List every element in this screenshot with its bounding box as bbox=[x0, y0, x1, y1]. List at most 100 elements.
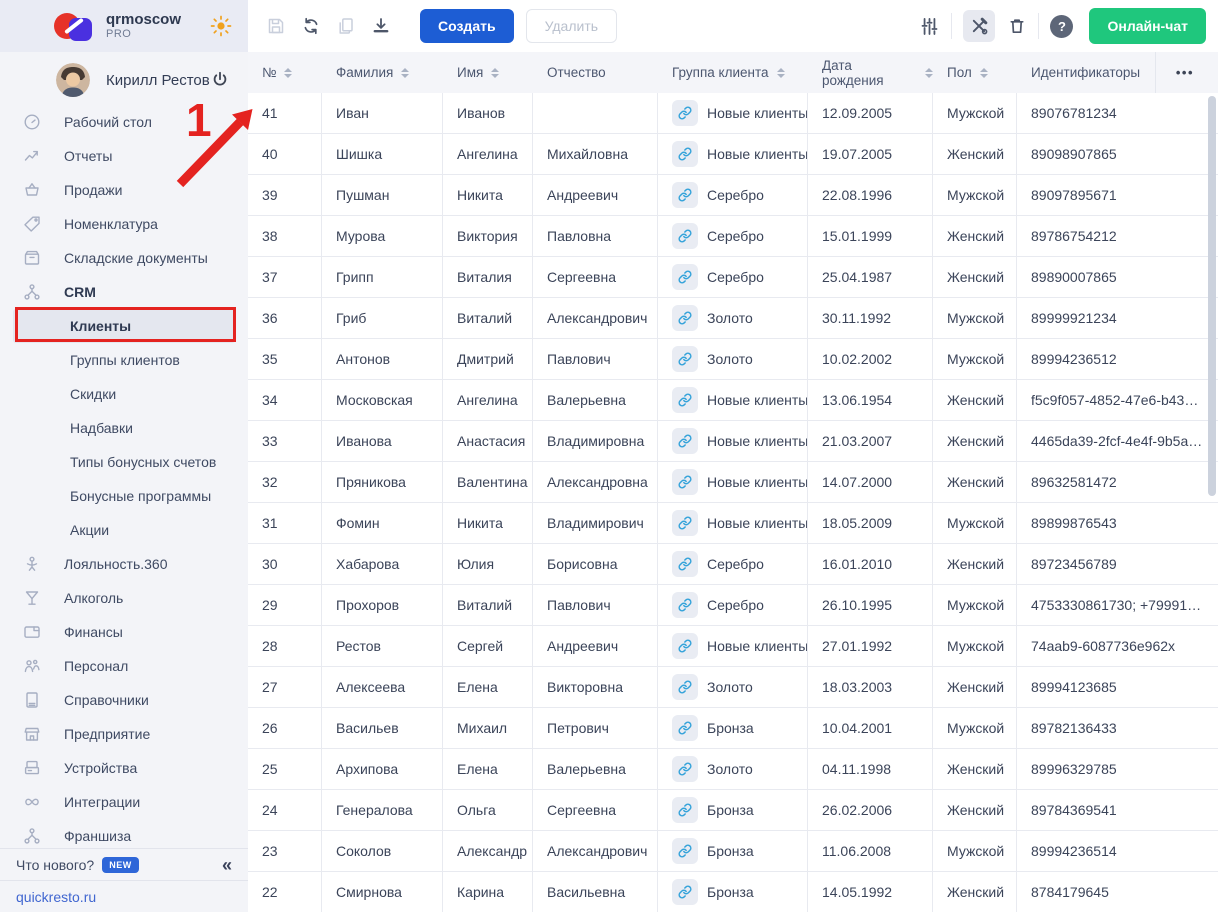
sidebar-item-alcohol[interactable]: Алкоголь bbox=[0, 581, 248, 615]
trash-icon[interactable] bbox=[1007, 16, 1027, 36]
sort-icon[interactable] bbox=[980, 68, 988, 78]
sidebar-item-staff[interactable]: Персонал bbox=[0, 649, 248, 683]
column-header-last-name[interactable]: Фамилия bbox=[322, 52, 443, 93]
sidebar-item-loyalty-360[interactable]: Лояльность.360 bbox=[0, 547, 248, 581]
group-link-icon[interactable] bbox=[672, 428, 698, 454]
table-row[interactable]: 40ШишкаАнгелинаМихайловнаНовые клиенты19… bbox=[248, 134, 1218, 175]
user-account-row[interactable]: Кирилл Рестов bbox=[0, 59, 248, 101]
group-link-icon[interactable] bbox=[672, 633, 698, 659]
sidebar-item-devices[interactable]: Устройства bbox=[0, 751, 248, 785]
filters-sliders-icon[interactable] bbox=[919, 16, 940, 37]
group-link-icon[interactable] bbox=[672, 387, 698, 413]
logout-power-icon[interactable] bbox=[210, 70, 230, 90]
table-row[interactable]: 22СмирноваКаринаВасильевнаБронза14.05.19… bbox=[248, 872, 1218, 912]
admin-tools-icon[interactable] bbox=[963, 10, 995, 42]
download-icon[interactable] bbox=[371, 16, 391, 36]
table-row[interactable]: 34МосковскаяАнгелинаВалерьевнаНовые клие… bbox=[248, 380, 1218, 421]
group-link-icon[interactable] bbox=[672, 592, 698, 618]
group-link-icon[interactable] bbox=[672, 141, 698, 167]
sidebar-item-franchise[interactable]: Франшиза bbox=[0, 819, 248, 848]
online-chat-button[interactable]: Онлайн-чат bbox=[1089, 8, 1206, 44]
table-row[interactable]: 26ВасильевМихаилПетровичБронза10.04.2001… bbox=[248, 708, 1218, 749]
collapse-sidebar-icon[interactable]: « bbox=[222, 856, 232, 874]
table-row[interactable]: 29ПрохоровВиталийПавловичСеребро26.10.19… bbox=[248, 585, 1218, 626]
group-link-icon[interactable] bbox=[672, 346, 698, 372]
delete-button[interactable]: Удалить bbox=[526, 9, 617, 43]
table-row[interactable]: 36ГрибВиталийАлександровичЗолото30.11.19… bbox=[248, 298, 1218, 339]
group-link-icon[interactable] bbox=[672, 223, 698, 249]
sidebar-item-dashboard[interactable]: Рабочий стол bbox=[0, 105, 248, 139]
quickresto-site-link[interactable]: quickresto.ru bbox=[16, 889, 96, 905]
table-row[interactable]: 25АрхиповаЕленаВалерьевнаЗолото04.11.199… bbox=[248, 749, 1218, 790]
column-header-gender[interactable]: Пол bbox=[933, 52, 1017, 93]
sidebar-item-surcharges[interactable]: Надбавки bbox=[0, 411, 248, 445]
column-header-first-name[interactable]: Имя bbox=[443, 52, 533, 93]
group-link-icon[interactable] bbox=[672, 264, 698, 290]
group-link-icon[interactable] bbox=[672, 510, 698, 536]
group-link-icon[interactable] bbox=[672, 879, 698, 905]
sidebar-item-integrations[interactable]: Интеграции bbox=[0, 785, 248, 819]
sidebar-item-warehouse-docs[interactable]: Складские документы bbox=[0, 241, 248, 275]
group-link-icon[interactable] bbox=[672, 674, 698, 700]
table-row[interactable]: 32ПряниковаВалентинаАлександровнаНовые к… bbox=[248, 462, 1218, 503]
cell-gender: Мужской bbox=[933, 175, 1017, 215]
table-row[interactable]: 31ФоминНикитаВладимировичНовые клиенты18… bbox=[248, 503, 1218, 544]
cell-group: Бронза bbox=[658, 790, 808, 830]
table-row[interactable]: 38МуроваВикторияПавловнаСеребро15.01.199… bbox=[248, 216, 1218, 257]
table-row[interactable]: 33ИвановаАнастасияВладимировнаНовые клие… bbox=[248, 421, 1218, 462]
group-link-icon[interactable] bbox=[672, 305, 698, 331]
group-name: Серебро bbox=[707, 187, 764, 203]
group-link-icon[interactable] bbox=[672, 182, 698, 208]
sidebar-item-client-groups[interactable]: Группы клиентов bbox=[0, 343, 248, 377]
sidebar-item-bonus-account-types[interactable]: Типы бонусных счетов bbox=[0, 445, 248, 479]
table-row[interactable]: 41ИванИвановНовые клиенты12.09.2005Мужск… bbox=[248, 93, 1218, 134]
group-link-icon[interactable] bbox=[672, 756, 698, 782]
group-link-icon[interactable] bbox=[672, 797, 698, 823]
group-link-icon[interactable] bbox=[672, 100, 698, 126]
create-button[interactable]: Создать bbox=[420, 9, 514, 43]
column-header-birth-date[interactable]: Дата рождения bbox=[808, 52, 933, 93]
table-row[interactable]: 27АлексееваЕленаВикторовнаЗолото18.03.20… bbox=[248, 667, 1218, 708]
cell-last-name: Рестов bbox=[322, 626, 443, 666]
sidebar-item-promotions[interactable]: Акции bbox=[0, 513, 248, 547]
table-row[interactable]: 39ПушманНикитаАндреевичСеребро22.08.1996… bbox=[248, 175, 1218, 216]
group-link-icon[interactable] bbox=[672, 838, 698, 864]
sort-icon[interactable] bbox=[284, 68, 292, 78]
sidebar-item-enterprise[interactable]: Предприятие bbox=[0, 717, 248, 751]
table-row[interactable]: 24ГенераловаОльгаСергеевнаБронза26.02.20… bbox=[248, 790, 1218, 831]
devices-icon bbox=[22, 758, 42, 778]
sidebar-item-reports[interactable]: Отчеты bbox=[0, 139, 248, 173]
table-row[interactable]: 30ХабароваЮлияБорисовнаСеребро16.01.2010… bbox=[248, 544, 1218, 585]
table-row[interactable]: 23СоколовАлександрАлександровичБронза11.… bbox=[248, 831, 1218, 872]
sidebar-item-bonus-programs[interactable]: Бонусные программы bbox=[0, 479, 248, 513]
help-icon[interactable]: ? bbox=[1050, 15, 1073, 38]
scrollbar-thumb[interactable] bbox=[1208, 96, 1216, 496]
table-scrollbar[interactable] bbox=[1208, 96, 1216, 910]
group-link-icon[interactable] bbox=[672, 551, 698, 577]
group-link-icon[interactable] bbox=[672, 715, 698, 741]
sort-icon[interactable] bbox=[777, 68, 785, 78]
table-row[interactable]: 28РестовСергейАндреевичНовые клиенты27.0… bbox=[248, 626, 1218, 667]
refresh-icon[interactable] bbox=[301, 16, 321, 36]
sort-icon[interactable] bbox=[491, 68, 499, 78]
table-row[interactable]: 35АнтоновДмитрийПавловичЗолото10.02.2002… bbox=[248, 339, 1218, 380]
sort-icon[interactable] bbox=[925, 68, 933, 78]
sidebar-item-directories[interactable]: Справочники bbox=[0, 683, 248, 717]
column-settings-button[interactable]: ••• bbox=[1155, 52, 1194, 93]
sidebar-item-finance[interactable]: Финансы bbox=[0, 615, 248, 649]
sidebar-item-clients[interactable]: Клиенты bbox=[13, 309, 235, 343]
cell-first-name: Юлия bbox=[443, 544, 533, 584]
sidebar-item-crm[interactable]: CRM bbox=[0, 275, 248, 309]
whats-new-row[interactable]: Что нового? NEW « bbox=[0, 848, 248, 880]
cell-last-name: Иванова bbox=[322, 421, 443, 461]
cell-num: 24 bbox=[248, 790, 322, 830]
group-link-icon[interactable] bbox=[672, 469, 698, 495]
column-header-num[interactable]: № bbox=[248, 52, 322, 93]
theme-sun-icon[interactable] bbox=[210, 15, 232, 37]
sort-icon[interactable] bbox=[401, 68, 409, 78]
sidebar-item-discounts[interactable]: Скидки bbox=[0, 377, 248, 411]
sidebar-item-sales[interactable]: Продажи bbox=[0, 173, 248, 207]
table-row[interactable]: 37ГриппВиталияСергеевнаСеребро25.04.1987… bbox=[248, 257, 1218, 298]
sidebar-item-nomenclature[interactable]: Номенклатура bbox=[0, 207, 248, 241]
column-header-group[interactable]: Группа клиента bbox=[658, 52, 808, 93]
